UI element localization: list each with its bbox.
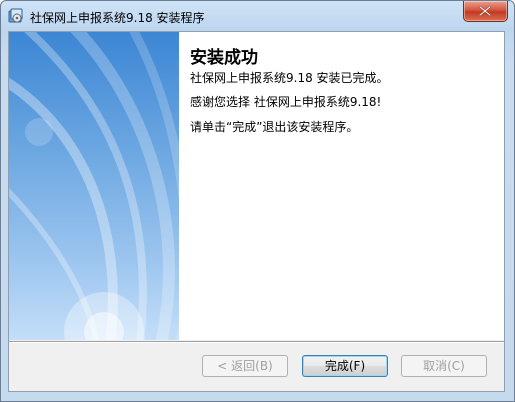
page-title: 安装成功 <box>190 48 258 68</box>
back-button[interactable]: < 返回(B) <box>202 355 288 377</box>
installer-window: 社保网上申报系统9.18 安装程序 安装成功 社保网上申报系统9.18 安装已完… <box>0 0 515 402</box>
instruction-message: 请单击“完成”退出该安装程序。 <box>190 120 359 134</box>
finish-button[interactable]: 完成(F) <box>302 355 388 377</box>
wizard-client-area: 安装成功 社保网上申报系统9.18 安装已完成。 感谢您选择 社保网上申报系统9… <box>8 31 505 392</box>
window-title: 社保网上申报系统9.18 安装程序 <box>30 11 205 25</box>
wizard-side-banner <box>9 32 179 340</box>
wizard-content-panel: 安装成功 社保网上申报系统9.18 安装已完成。 感谢您选择 社保网上申报系统9… <box>179 32 504 340</box>
close-button[interactable] <box>463 1 508 22</box>
installer-icon <box>8 8 24 24</box>
completion-message: 社保网上申报系统9.18 安装已完成。 <box>190 71 389 85</box>
thank-you-message: 感谢您选择 社保网上申报系统9.18! <box>190 95 382 109</box>
title-bar[interactable]: 社保网上申报系统9.18 安装程序 <box>1 1 514 31</box>
cancel-button[interactable]: 取消(C) <box>401 355 487 377</box>
footer-divider <box>9 341 504 343</box>
close-icon <box>479 6 491 16</box>
